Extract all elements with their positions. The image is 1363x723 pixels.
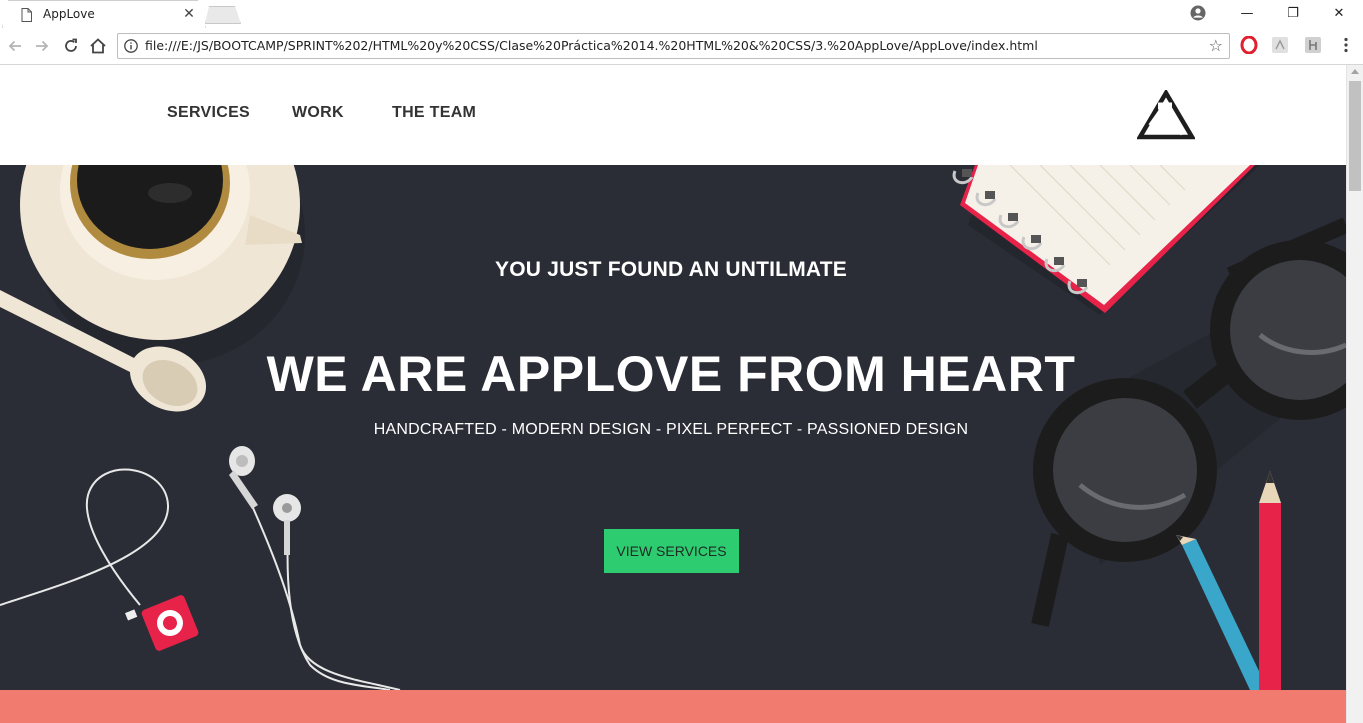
minimize-button[interactable]: —: [1224, 0, 1270, 26]
tab-strip: AppLove ✕ — ❐ ✕: [0, 0, 1363, 28]
back-button[interactable]: [5, 36, 25, 56]
browser-toolbar: file:///E:/JS/BOOTCAMP/SPRINT%202/HTML%2…: [0, 28, 1363, 65]
profile-icon[interactable]: [1190, 5, 1206, 21]
hero-title: WE ARE APPLOVE FROM HEART: [266, 346, 1076, 402]
extension-icon[interactable]: [1304, 36, 1322, 54]
scrollbar-thumb[interactable]: [1349, 81, 1361, 191]
applove-logo-icon[interactable]: [1137, 90, 1195, 140]
page-scrollbar[interactable]: [1346, 65, 1363, 723]
scroll-up-arrow-icon[interactable]: [1351, 69, 1359, 74]
pdf-icon[interactable]: [1271, 36, 1289, 54]
next-section-band: [0, 690, 1346, 723]
page-viewport: SERVICES WORK THE TEAM YOU JUST FOUND AN…: [0, 65, 1346, 723]
info-icon[interactable]: [124, 39, 138, 53]
nav-work-link[interactable]: WORK: [292, 104, 344, 122]
earbud-right-icon: [273, 494, 301, 555]
hero-section: YOU JUST FOUND AN UNTILMATE WE ARE APPLO…: [0, 165, 1346, 690]
new-tab-button[interactable]: [205, 6, 241, 24]
document-icon: [21, 8, 32, 22]
nav-team-link[interactable]: THE TEAM: [392, 104, 476, 122]
pencil-red-icon: [1259, 471, 1281, 690]
address-url[interactable]: file:///E:/JS/BOOTCAMP/SPRINT%202/HTML%2…: [145, 38, 1038, 53]
hero-subtitle: YOU JUST FOUND AN UNTILMATE: [495, 258, 847, 281]
tab-title: AppLove: [43, 7, 95, 21]
address-bar[interactable]: file:///E:/JS/BOOTCAMP/SPRINT%202/HTML%2…: [117, 33, 1230, 59]
browser-tab[interactable]: AppLove ✕: [2, 0, 206, 28]
earphones-icon: [0, 468, 401, 690]
view-services-button[interactable]: VIEW SERVICES: [604, 529, 739, 573]
menu-icon[interactable]: [1337, 36, 1355, 54]
earbud-left-icon: [229, 446, 258, 509]
notebook-icon: [952, 165, 1260, 315]
tab-close-icon[interactable]: ✕: [181, 6, 197, 22]
back-icon: [8, 40, 21, 52]
close-window-button[interactable]: ✕: [1316, 0, 1362, 26]
restore-button[interactable]: ❐: [1270, 0, 1316, 26]
reload-button[interactable]: [61, 36, 81, 56]
home-icon: [90, 38, 106, 54]
reload-icon: [65, 38, 77, 52]
star-icon[interactable]: ☆: [1209, 37, 1223, 55]
hero-tagline: HANDCRAFTED - MODERN DESIGN - PIXEL PERF…: [373, 421, 969, 438]
site-header: SERVICES WORK THE TEAM: [0, 65, 1346, 165]
forward-button[interactable]: [32, 36, 52, 56]
home-button[interactable]: [88, 36, 108, 56]
nav-services-link[interactable]: SERVICES: [167, 104, 250, 122]
pencil-blue-icon: [1176, 535, 1268, 690]
opera-icon[interactable]: [1240, 36, 1258, 54]
forward-icon: [36, 40, 49, 52]
